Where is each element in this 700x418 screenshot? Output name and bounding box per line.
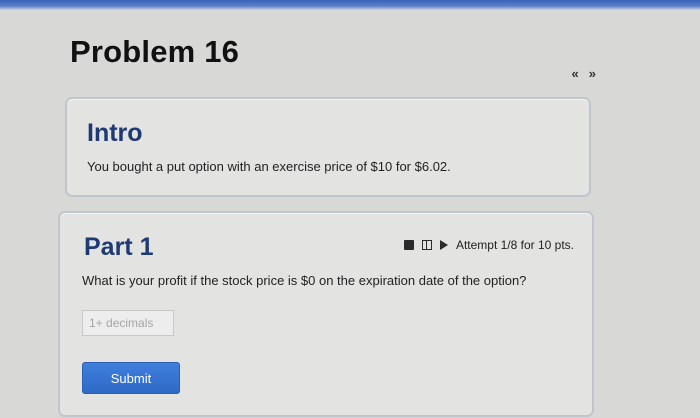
- intro-card: Intro You bought a put option with an ex…: [65, 97, 591, 197]
- top-band: [0, 0, 700, 10]
- intro-heading: Intro: [87, 119, 143, 147]
- book-icon[interactable]: [421, 240, 432, 250]
- question-text: What is your profit if the stock price i…: [82, 273, 527, 288]
- part1-card: Part 1 Attempt 1/8 for 10 pts. What is y…: [58, 211, 594, 417]
- submit-button[interactable]: Submit: [82, 362, 180, 394]
- flag-icon[interactable]: [439, 240, 448, 250]
- stop-icon[interactable]: [403, 240, 414, 250]
- next-problem-icon[interactable]: »: [589, 66, 596, 81]
- intro-text: You bought a put option with an exercise…: [87, 159, 451, 174]
- page-title: Problem 16: [70, 34, 240, 69]
- answer-input[interactable]: [82, 310, 174, 336]
- part1-heading: Part 1: [84, 233, 154, 261]
- problem-navigation: « »: [572, 66, 596, 81]
- attempt-text: Attempt 1/8 for 10 pts.: [455, 238, 574, 252]
- attempt-toolbar: Attempt 1/8 for 10 pts.: [403, 238, 574, 252]
- previous-problem-icon[interactable]: «: [572, 66, 579, 81]
